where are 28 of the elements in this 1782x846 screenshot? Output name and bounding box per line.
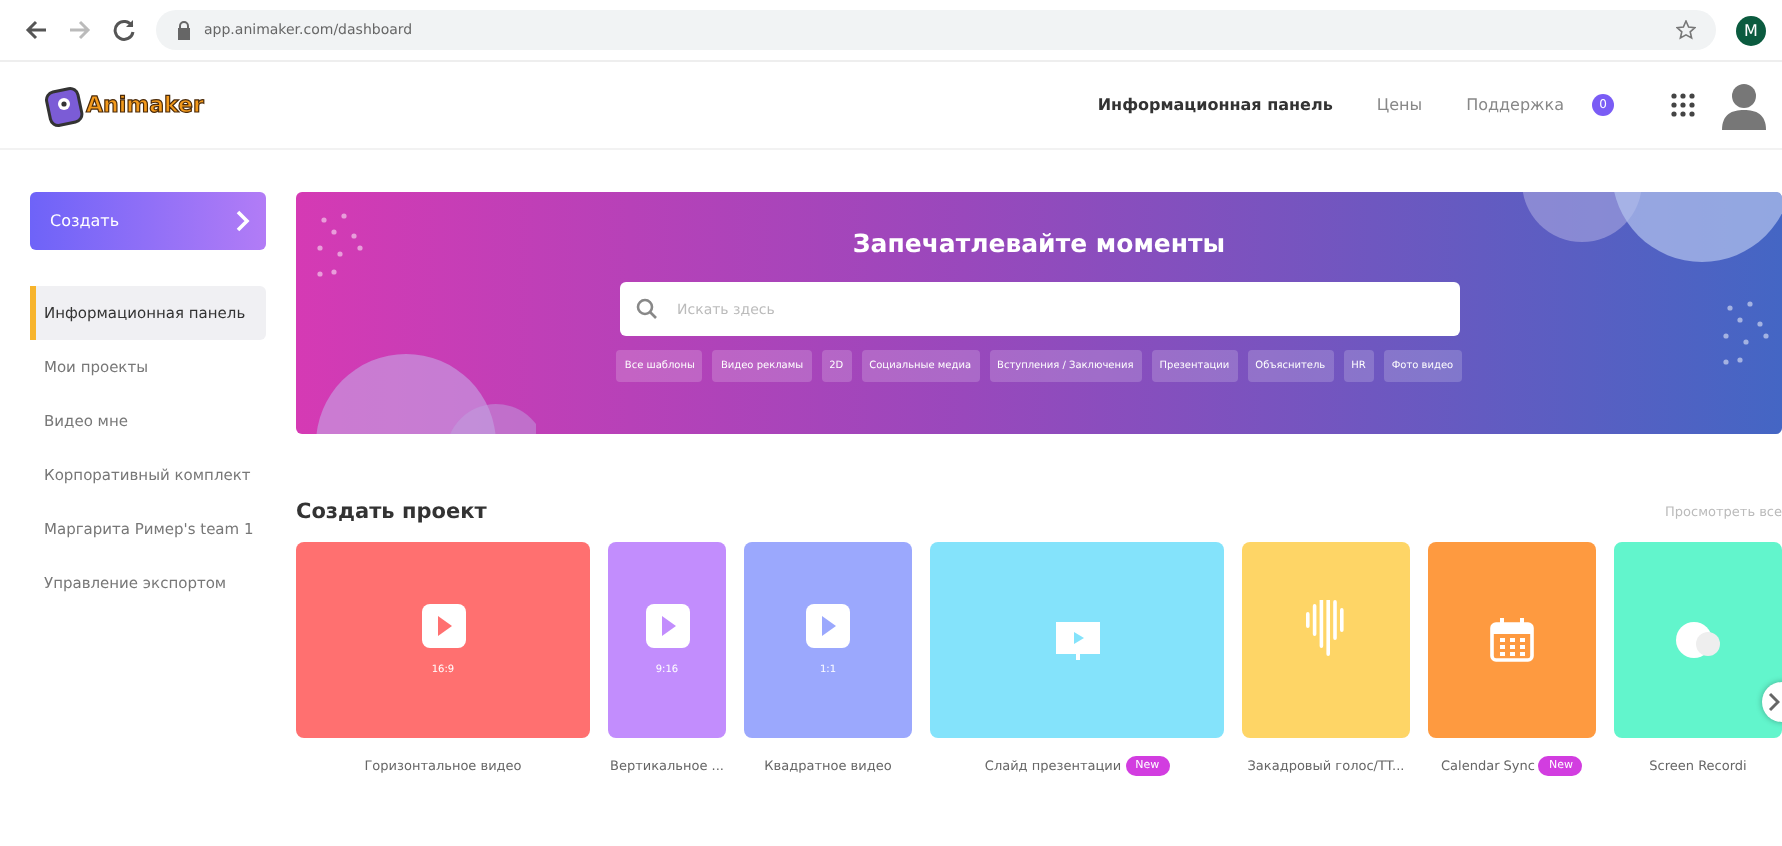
create-button[interactable]: Создать bbox=[30, 192, 266, 250]
star-icon bbox=[1676, 20, 1696, 40]
mascot-icon bbox=[44, 83, 84, 127]
project-tile[interactable] bbox=[930, 542, 1224, 738]
nav-link[interactable]: Информационная панель bbox=[1097, 96, 1333, 114]
lock-icon bbox=[176, 20, 192, 40]
project-tile[interactable] bbox=[1428, 542, 1596, 738]
banner-title: Запечатлевайте моменты bbox=[852, 228, 1226, 258]
play-icon bbox=[806, 604, 850, 648]
user-avatar-icon bbox=[1722, 81, 1766, 129]
profile-avatar[interactable]: M bbox=[1736, 15, 1766, 45]
apps-grid-icon bbox=[1670, 91, 1698, 119]
reload-icon bbox=[112, 18, 136, 42]
chevron-right-icon bbox=[236, 210, 250, 232]
search-icon bbox=[635, 298, 657, 320]
logo-wordmark: Animaker bbox=[86, 92, 204, 118]
play-icon bbox=[421, 604, 465, 648]
slide-icon bbox=[1055, 620, 1099, 660]
project-tile[interactable] bbox=[1242, 542, 1410, 738]
nav-link[interactable]: Цены bbox=[1376, 96, 1423, 114]
chevron-right-icon bbox=[1768, 692, 1780, 712]
forward-icon bbox=[68, 18, 92, 42]
calendar-icon bbox=[1490, 618, 1534, 662]
project-tile[interactable] bbox=[1614, 542, 1782, 738]
back-icon bbox=[24, 18, 48, 42]
play-icon bbox=[645, 604, 689, 648]
nav-link[interactable]: Поддержка bbox=[1466, 96, 1564, 114]
section-title: Создать проект bbox=[296, 500, 487, 524]
